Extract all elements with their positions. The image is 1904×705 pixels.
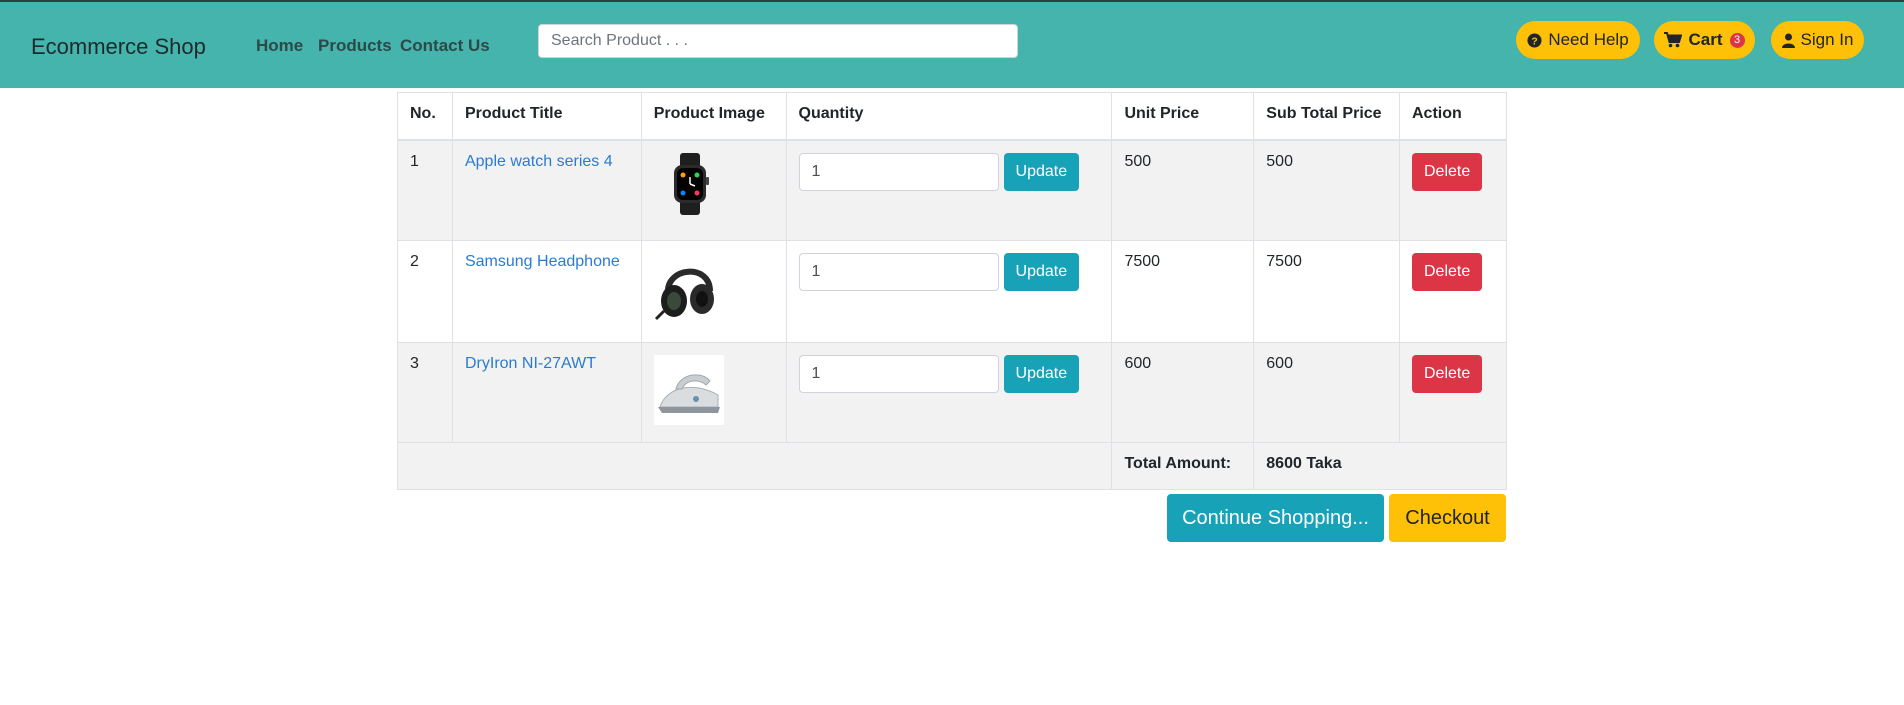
sign-in-label: Sign In [1800, 30, 1854, 49]
table-header-row: No. Product Title Product Image Quantity… [397, 92, 1507, 141]
sign-in-button[interactable]: Sign In [1771, 21, 1864, 59]
cart-icon [1664, 32, 1683, 48]
unit-price: 500 [1111, 139, 1255, 241]
cart-count-badge: 3 [1729, 32, 1745, 48]
iron-image[interactable] [653, 355, 774, 430]
question-circle-icon: ? [1527, 32, 1542, 48]
col-no: No. [397, 92, 453, 141]
table-row: 2 Samsung Headphone Updat [397, 240, 1507, 343]
total-value: 8600 Taka [1253, 442, 1507, 490]
table-row: 3 DryIron NI-27AWT Update [397, 342, 1507, 443]
quantity-input[interactable] [798, 152, 999, 191]
col-product-image: Product Image [640, 92, 787, 141]
product-title-link[interactable]: Apple watch series 4 [465, 153, 613, 170]
product-title-link[interactable]: DryIron NI-27AWT [465, 355, 596, 372]
unit-price: 7500 [1111, 240, 1255, 343]
cart-table: No. Product Title Product Image Quantity… [396, 92, 1507, 490]
total-row-spacer [396, 442, 1113, 490]
need-help-button[interactable]: ? Need Help [1516, 21, 1640, 59]
continue-shopping-button[interactable]: Continue Shopping... [1167, 494, 1384, 542]
col-unit-price: Unit Price [1111, 92, 1255, 141]
brand-logo[interactable]: Ecommerce Shop [31, 34, 206, 60]
nav-home[interactable]: Home [256, 36, 303, 56]
svg-text:?: ? [1532, 36, 1538, 47]
cart-button[interactable]: Cart 3 [1654, 21, 1755, 59]
delete-button[interactable]: Delete [1412, 355, 1483, 393]
row-number: 3 [397, 342, 453, 443]
update-button[interactable]: Update [1003, 355, 1080, 393]
quantity-input[interactable] [798, 253, 999, 291]
search-input[interactable] [538, 24, 1018, 58]
delete-button[interactable]: Delete [1412, 253, 1483, 291]
total-label: Total Amount: [1111, 442, 1255, 490]
cart-label: Cart [1688, 30, 1723, 49]
col-action: Action [1399, 92, 1507, 141]
total-row: Total Amount: 8600 Taka [396, 442, 1507, 490]
unit-price: 600 [1111, 342, 1255, 443]
subtotal-price: 600 [1253, 342, 1400, 443]
subtotal-price: 7500 [1253, 240, 1400, 343]
navbar: Ecommerce Shop Home Products Contact Us … [0, 2, 1904, 88]
row-number: 2 [397, 240, 453, 343]
col-quantity: Quantity [785, 92, 1113, 141]
checkout-button[interactable]: Checkout [1389, 494, 1506, 542]
row-number: 1 [397, 139, 453, 241]
subtotal-price: 500 [1253, 139, 1400, 241]
delete-button[interactable]: Delete [1412, 152, 1483, 191]
nav-products[interactable]: Products [318, 36, 392, 56]
nav-contact-us[interactable]: Contact Us [400, 36, 490, 56]
update-button[interactable]: Update [1003, 152, 1080, 191]
quantity-input[interactable] [798, 355, 999, 393]
col-sub-total-price: Sub Total Price [1253, 92, 1400, 141]
product-title-link[interactable]: Samsung Headphone [465, 253, 620, 270]
col-product-title: Product Title [451, 92, 642, 141]
headphone-image[interactable] [654, 253, 774, 330]
user-icon [1781, 33, 1795, 48]
need-help-label: Need Help [1548, 30, 1629, 49]
smartwatch-image[interactable] [654, 152, 774, 220]
table-row: 1 Apple watch series 4 1 Update 500 500 … [397, 139, 1507, 241]
update-button[interactable]: Update [1003, 253, 1080, 291]
